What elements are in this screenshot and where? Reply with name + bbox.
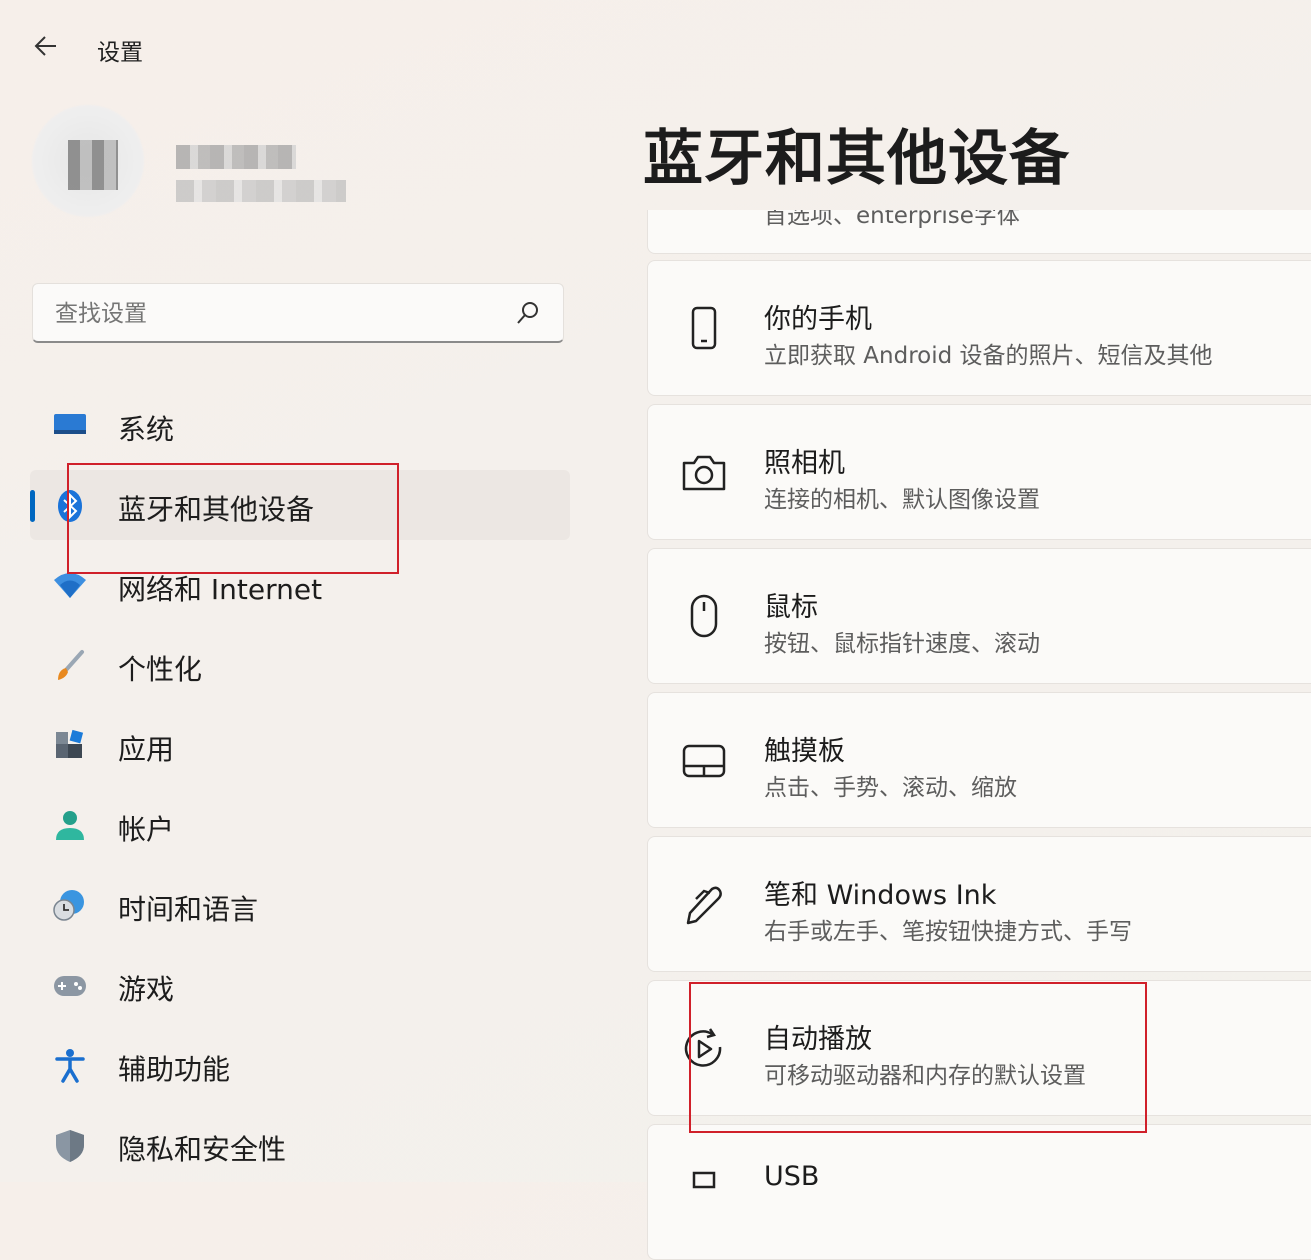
touchpad-icon xyxy=(682,744,726,778)
card-partial[interactable]: 首选项、enterprise字体 xyxy=(647,210,1311,254)
sidebar-item-label: 帐户 xyxy=(118,813,175,846)
pen-icon xyxy=(686,886,722,925)
card-title: 鼠标 xyxy=(764,592,818,623)
title-bar: 设置 xyxy=(0,0,600,95)
page-title: 蓝牙和其他设备 xyxy=(643,124,1070,194)
sidebar-item-label: 系统 xyxy=(118,413,175,446)
card-subtitle: 点击、手势、滚动、缩放 xyxy=(764,775,1017,801)
card-title: USB xyxy=(764,1161,820,1192)
search-icon[interactable] xyxy=(515,300,541,326)
app-title: 设置 xyxy=(97,40,143,66)
card-pen-windows-ink[interactable]: 笔和 Windows Ink 右手或左手、笔按钮快捷方式、手写 xyxy=(647,836,1311,972)
card-title: 照相机 xyxy=(764,448,845,479)
sidebar-item-label: 隐私和安全性 xyxy=(118,1133,287,1166)
sidebar-item-label: 游戏 xyxy=(118,973,175,1006)
card-subtitle: 右手或左手、笔按钮快捷方式、手写 xyxy=(764,919,1132,945)
card-title: 笔和 Windows Ink xyxy=(764,880,997,911)
search-box[interactable] xyxy=(32,283,564,343)
accessibility-icon xyxy=(55,1049,85,1083)
sidebar-item-label: 辅助功能 xyxy=(118,1053,231,1086)
apps-icon xyxy=(56,729,84,758)
search-input[interactable] xyxy=(53,294,497,334)
highlight-box-bluetooth xyxy=(67,463,399,574)
sidebar-item-time-language[interactable]: 时间和语言 xyxy=(30,870,570,940)
sidebar-item-personalization[interactable]: 个性化 xyxy=(30,630,570,700)
card-title: 触摸板 xyxy=(764,736,845,767)
camera-icon xyxy=(682,455,726,491)
mouse-icon xyxy=(690,594,718,638)
card-usb[interactable]: USB xyxy=(647,1124,1311,1260)
sidebar-item-accessibility[interactable]: 辅助功能 xyxy=(30,1030,570,1100)
sidebar-item-gaming[interactable]: 游戏 xyxy=(30,950,570,1020)
user-email-redacted xyxy=(176,180,346,202)
shield-icon xyxy=(56,1130,84,1162)
system-monitor-icon xyxy=(54,414,86,434)
usb-icon xyxy=(692,1171,716,1189)
card-your-phone[interactable]: 你的手机 立即获取 Android 设备的照片、短信及其他 xyxy=(647,260,1311,396)
card-subtitle: 连接的相机、默认图像设置 xyxy=(764,487,1040,513)
sidebar-item-privacy[interactable]: 隐私和安全性 xyxy=(30,1110,570,1180)
account-icon xyxy=(56,811,84,840)
card-mouse[interactable]: 鼠标 按钮、鼠标指针速度、滚动 xyxy=(647,548,1311,684)
card-touchpad[interactable]: 触摸板 点击、手势、滚动、缩放 xyxy=(647,692,1311,828)
highlight-box-autoplay xyxy=(689,982,1147,1133)
paintbrush-icon xyxy=(58,650,84,680)
card-title: 你的手机 xyxy=(764,304,872,335)
sidebar-item-label: 个性化 xyxy=(118,653,203,686)
active-indicator xyxy=(30,490,35,522)
sidebar-item-system[interactable]: 系统 xyxy=(30,390,570,460)
sidebar-item-accounts[interactable]: 帐户 xyxy=(30,790,570,860)
gamepad-icon xyxy=(54,976,86,996)
card-subtitle: 按钮、鼠标指针速度、滚动 xyxy=(764,631,1040,657)
sidebar-item-apps[interactable]: 应用 xyxy=(30,710,570,780)
user-name-redacted xyxy=(176,145,296,169)
card-subtitle: 首选项、enterprise字体 xyxy=(764,210,1020,229)
back-arrow-icon[interactable] xyxy=(30,30,62,62)
card-camera[interactable]: 照相机 连接的相机、默认图像设置 xyxy=(647,404,1311,540)
card-subtitle: 立即获取 Android 设备的照片、短信及其他 xyxy=(764,343,1213,369)
sidebar-item-label: 应用 xyxy=(118,733,175,766)
sidebar-item-label: 时间和语言 xyxy=(118,893,259,926)
sidebar-item-label: 网络和 Internet xyxy=(118,573,323,606)
phone-icon xyxy=(691,306,717,350)
time-language-icon xyxy=(53,890,84,921)
avatar-image xyxy=(68,140,118,190)
